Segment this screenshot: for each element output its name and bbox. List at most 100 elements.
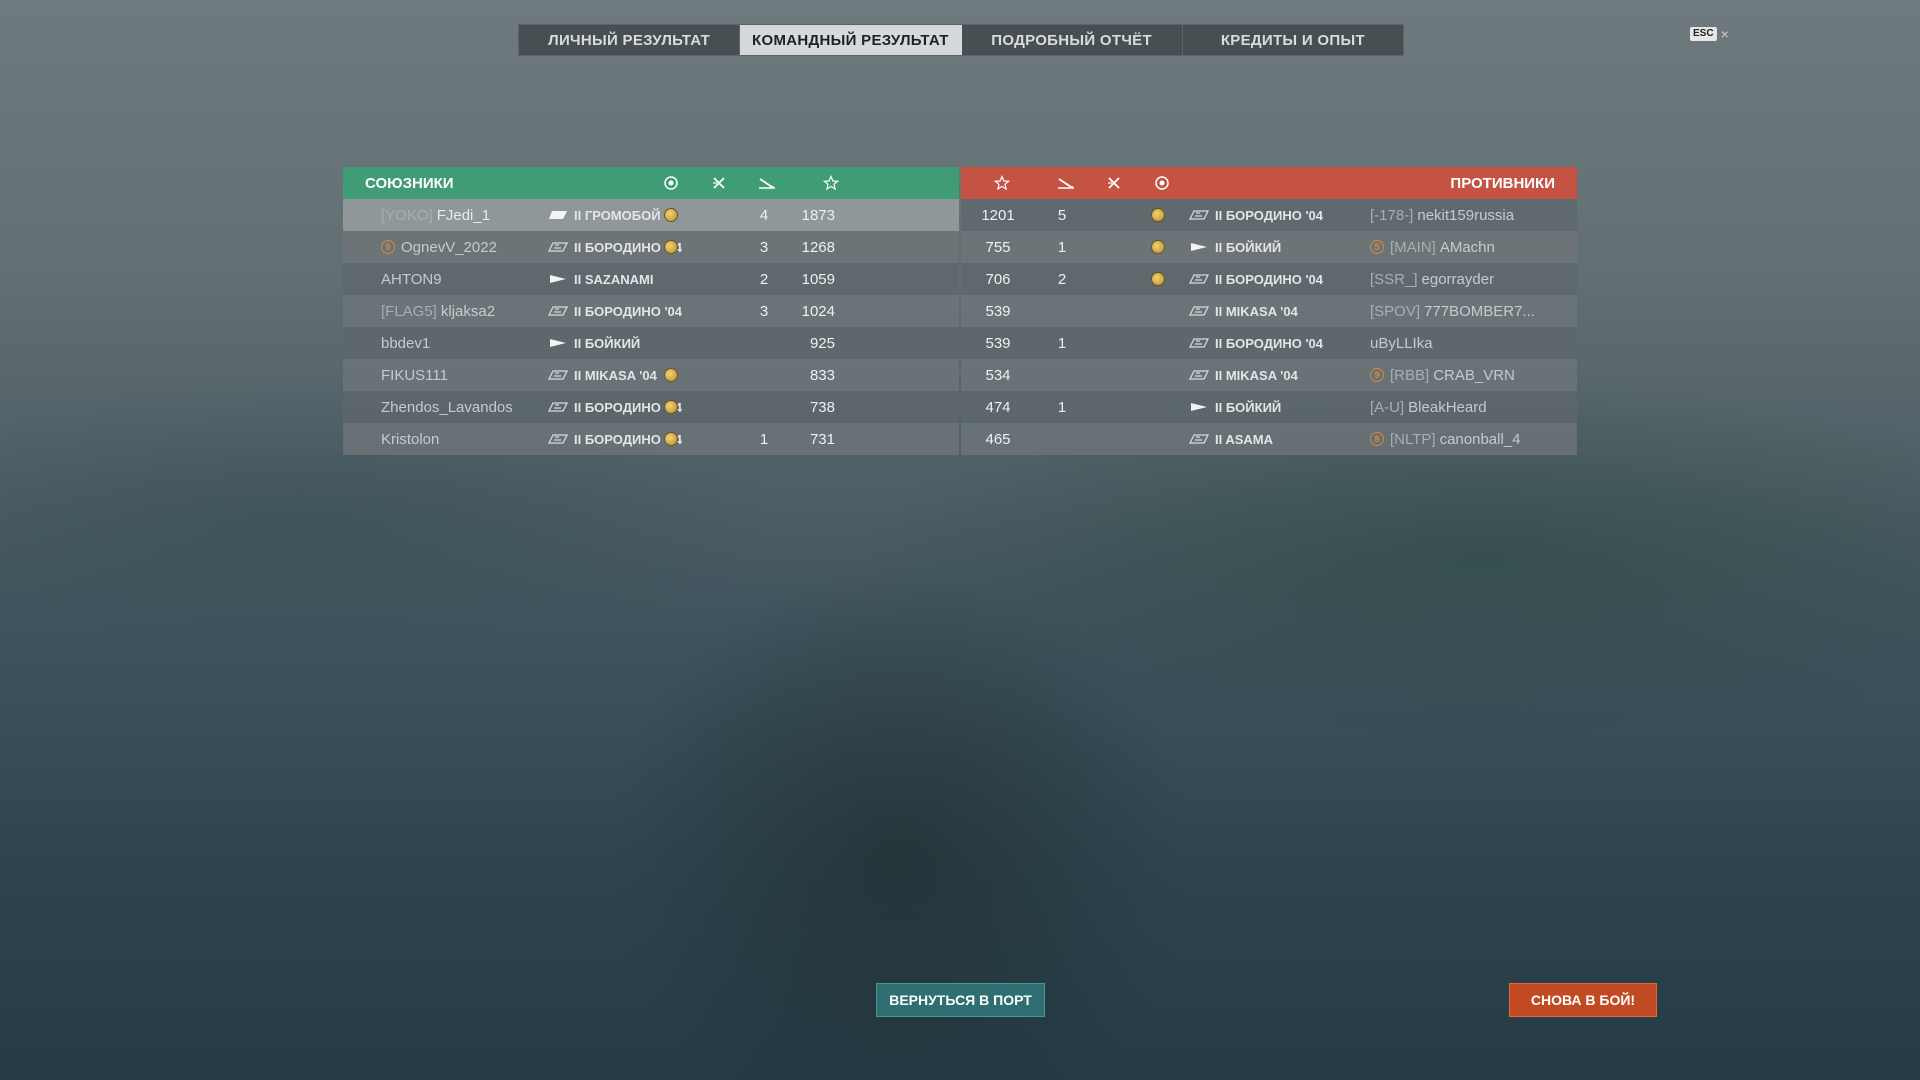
enemy-row[interactable]: 539 II MIKASA '04 [SPOV] 777BOMBER7... (961, 295, 1577, 327)
clan-tag: [NLTP] (1390, 430, 1436, 448)
ship-name: II ГРОМОБОЙ (574, 207, 661, 223)
player-cell: AHTON9 (381, 263, 442, 295)
ship-name: II SAZANAMI (574, 271, 654, 287)
medal-icon (664, 208, 678, 222)
clan-tag: [SPOV] (1370, 302, 1421, 320)
player-name: AHTON9 (381, 270, 442, 288)
player-cell: 9 OgnevV_2022 (381, 231, 497, 263)
player-name: FJedi_1 (436, 206, 491, 224)
enemy-row[interactable]: 539 1 II БОРОДИНО '04 uByLLIka (961, 327, 1577, 359)
allies-panel: СОЮЗНИКИ [YOKO] FJedi_1 II ГРОМОБОЙ 4 1873 9 O… (343, 167, 959, 456)
player-name: BleakHeard (1408, 398, 1487, 416)
enemy-row[interactable]: 465 II ASAMA 8 [NLTP] canonball_4 (961, 423, 1577, 455)
ship-cell: II MIKASA '04 (1189, 295, 1298, 327)
ship-name: II БОЙКИЙ (574, 335, 641, 351)
score-value: 1268 (801, 238, 835, 256)
battleship-icon (548, 434, 568, 444)
player-cell: Zhendos_Lavandos (381, 391, 513, 423)
tab-3[interactable]: КРЕДИТЫ И ОПЫТ (1183, 25, 1403, 55)
return-to-port-button[interactable]: ВЕРНУТЬСЯ В ПОРТ (876, 983, 1045, 1017)
enemy-row[interactable]: 706 2 II БОРОДИНО '04 [SSR_] egorrayder (961, 263, 1577, 295)
medal-icon (664, 400, 678, 414)
medal-icon (664, 368, 678, 382)
ship-name: II БОРОДИНО '04 (574, 303, 682, 319)
medal-icon (664, 240, 678, 254)
enemy-row[interactable]: 474 1 II БОЙКИЙ [A-U] BleakHeard (961, 391, 1577, 423)
medal-cell (1151, 199, 1165, 231)
rank-badge-icon: 5 (1370, 240, 1384, 254)
ship-cell: II БОЙКИЙ (548, 327, 640, 359)
star-icon (990, 167, 1014, 199)
player-cell: uByLLIka (1370, 327, 1433, 359)
kills-icon (755, 167, 779, 199)
enemy-row[interactable]: 755 1 II БОЙКИЙ 5 [MAIN] AMachn (961, 231, 1577, 263)
player-name: bbdev1 (381, 334, 431, 352)
enemy-row[interactable]: 534 II MIKASA '04 9 [RBB] CRAB_VRN (961, 359, 1577, 391)
score-value: 465 (985, 430, 1011, 448)
tab-0[interactable]: ЛИЧНЫЙ РЕЗУЛЬТАТ (519, 25, 741, 55)
allies-list: [YOKO] FJedi_1 II ГРОМОБОЙ 4 1873 9 OgnevV_202… (343, 199, 959, 455)
result-tabs: ЛИЧНЫЙ РЕЗУЛЬТАТ КОМАНДНЫЙ РЕЗУЛЬТАТ ПОДРО… (518, 24, 1404, 56)
ally-row[interactable]: [FLAG5] kljaksa2 II БОРОДИНО '04 3 1024 (343, 295, 959, 327)
clan-tag: [-178-] (1370, 206, 1414, 224)
player-name: FIKUS111 (381, 366, 448, 384)
ship-cell: II БОРОДИНО '04 (1189, 263, 1323, 295)
clan-tag: [MAIN] (1390, 238, 1436, 256)
ship-cell: II ГРОМОБОЙ (548, 199, 661, 231)
player-name: egorrayder (1421, 270, 1495, 288)
player-cell: [-178-] nekit159russia (1370, 199, 1514, 231)
player-name: uByLLIka (1370, 334, 1433, 352)
battleship-icon (548, 402, 568, 412)
ship-name: II БОЙКИЙ (1215, 239, 1282, 255)
score-value: 755 (985, 238, 1011, 256)
battleship-icon (548, 242, 568, 252)
ally-row[interactable]: Kristolon II БОРОДИНО '04 1 731 (343, 423, 959, 455)
ship-cell: II БОРОДИНО '04 (548, 231, 682, 263)
ally-row[interactable]: FIKUS111 II MIKASA '04 833 (343, 359, 959, 391)
player-name: 777BOMBER7... (1424, 302, 1535, 320)
player-cell: [YOKO] FJedi_1 (381, 199, 490, 231)
clan-tag: [A-U] (1370, 398, 1405, 416)
clan-tag: [FLAG5] (381, 302, 437, 320)
close-esc-button[interactable]: ESC × (1690, 27, 1729, 41)
battle-again-button[interactable]: СНОВА В БОЙ! (1509, 983, 1657, 1017)
score-value: 539 (985, 302, 1011, 320)
kills-value: 1 (1057, 398, 1067, 416)
player-name: canonball_4 (1439, 430, 1521, 448)
battleship-icon (1189, 370, 1209, 380)
score-value: 706 (985, 270, 1011, 288)
ship-name: II БОРОДИНО '04 (1215, 271, 1323, 287)
ship-cell: II SAZANAMI (548, 263, 653, 295)
tab-2[interactable]: ПОДРОБНЫЙ ОТЧЁТ (962, 25, 1183, 55)
ally-row[interactable]: Zhendos_Lavandos II БОРОДИНО '04 738 (343, 391, 959, 423)
medal-cell (664, 231, 678, 263)
score-value: 1059 (801, 270, 835, 288)
player-cell: [SSR_] egorrayder (1370, 263, 1494, 295)
player-name: CRAB_VRN (1433, 366, 1515, 384)
ally-row[interactable]: [YOKO] FJedi_1 II ГРОМОБОЙ 4 1873 (343, 199, 959, 231)
rank-badge-icon: 9 (381, 240, 395, 254)
medal-cell (664, 359, 678, 391)
ship-name: II MIKASA '04 (1215, 303, 1298, 319)
ally-row[interactable]: bbdev1 II БОЙКИЙ 925 (343, 327, 959, 359)
medal-icon (664, 432, 678, 446)
enemies-list: 1201 5 II БОРОДИНО '04 [-178-] nekit159russi… (961, 199, 1577, 455)
player-cell: [A-U] BleakHeard (1370, 391, 1487, 423)
tab-1[interactable]: КОМАНДНЫЙ РЕЗУЛЬТАТ (740, 25, 962, 55)
score-value: 539 (985, 334, 1011, 352)
player-name: Kristolon (381, 430, 440, 448)
battleship-icon (1189, 274, 1209, 284)
star-icon (819, 167, 843, 199)
ally-row[interactable]: AHTON9 II SAZANAMI 2 1059 (343, 263, 959, 295)
ally-row[interactable]: 9 OgnevV_2022 II БОРОДИНО '04 3 1268 (343, 231, 959, 263)
medal-cell (1151, 231, 1165, 263)
kills-icon (1054, 167, 1078, 199)
rank-badge-icon: 9 (1370, 368, 1384, 382)
medal-icon (1151, 240, 1165, 254)
destroyer-icon (550, 339, 566, 347)
medal-cell (664, 423, 678, 455)
player-cell: Kristolon (381, 423, 439, 455)
kills-value: 3 (759, 302, 769, 320)
enemy-row[interactable]: 1201 5 II БОРОДИНО '04 [-178-] nekit159russi… (961, 199, 1577, 231)
player-name: kljaksa2 (440, 302, 496, 320)
